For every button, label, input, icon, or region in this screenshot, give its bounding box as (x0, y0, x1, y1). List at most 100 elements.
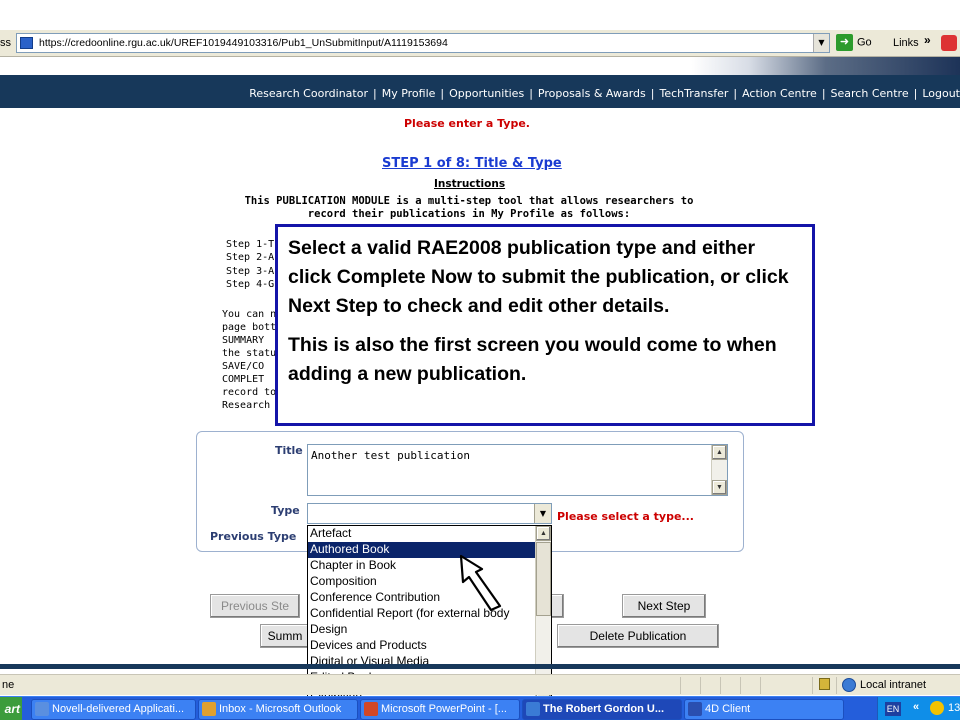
step-line: Step 3-A (226, 265, 275, 277)
globe-icon (842, 678, 856, 692)
status-divider (680, 677, 681, 694)
task-powerpoint[interactable]: Microsoft PowerPoint - [... (360, 699, 520, 720)
annotation-callout: Select a valid RAE2008 publication type … (275, 224, 815, 426)
nav-link-proposals-awards[interactable]: Proposals & Awards (538, 87, 646, 100)
info-paragraph: You can n page bott SUMMARY the status S… (222, 308, 282, 412)
site-banner (0, 57, 960, 75)
para-line: the status (222, 348, 283, 359)
nav-separator: | (821, 87, 826, 100)
type-select[interactable]: ▼ (307, 503, 552, 524)
status-text: ne (2, 679, 15, 691)
go-button[interactable]: ➜ Go (836, 34, 872, 51)
next-step-button[interactable]: Next Step (622, 594, 706, 618)
go-arrow-icon: ➜ (836, 34, 853, 51)
previous-type-label: Previous Type (210, 530, 297, 543)
para-line: COMPLET (222, 374, 265, 385)
summary-button[interactable]: Summ (260, 624, 310, 648)
title-value: Another test publication (311, 449, 470, 462)
delete-publication-button[interactable]: Delete Publication (557, 624, 719, 648)
page-icon (20, 37, 33, 49)
app-icon (526, 702, 540, 716)
task-label: 4D Client (705, 703, 751, 715)
address-label: ss (0, 37, 11, 49)
para-line: record to (222, 387, 277, 398)
language-indicator[interactable]: EN (885, 702, 901, 716)
type-option[interactable]: Design (308, 622, 537, 638)
task-label: Novell-delivered Applicati... (52, 703, 185, 715)
nav-link-action-centre[interactable]: Action Centre (742, 87, 817, 100)
type-option[interactable]: Artefact (308, 526, 537, 542)
status-divider (836, 677, 837, 694)
app-icon (364, 702, 378, 716)
para-line: You can n (222, 309, 277, 320)
top-nav: Research Coordinator | My Profile | Opportun… (0, 75, 960, 108)
type-label: Type (271, 504, 300, 517)
type-option[interactable]: Devices and Products (308, 638, 537, 654)
chevron-down-icon[interactable]: ▼ (534, 504, 551, 523)
status-divider (720, 677, 721, 694)
clock-time: 13 (948, 702, 960, 714)
system-tray: EN « 13 (877, 697, 960, 720)
url-field[interactable]: https://credoonline.rgu.ac.uk/UREF101944… (16, 33, 830, 53)
app-icon (688, 702, 702, 716)
extension-icon[interactable] (941, 35, 957, 51)
instructions-heading: Instructions (434, 178, 506, 190)
title-label: Title (275, 444, 303, 457)
task-novell[interactable]: Novell-delivered Applicati... (31, 699, 196, 720)
app-icon (202, 702, 216, 716)
address-bar: ss https://credoonline.rgu.ac.uk/UREF101… (0, 30, 960, 57)
app-icon (35, 702, 49, 716)
scroll-thumb[interactable] (536, 542, 551, 616)
task-label: Microsoft PowerPoint - [... (381, 703, 507, 715)
nav-separator: | (913, 87, 918, 100)
scroll-down-icon[interactable]: ▼ (712, 480, 727, 495)
nav-separator: | (440, 87, 445, 100)
status-divider (700, 677, 701, 694)
nav-link-my-profile[interactable]: My Profile (382, 87, 436, 100)
start-button[interactable]: art (0, 697, 22, 720)
go-label: Go (857, 36, 872, 49)
status-divider (740, 677, 741, 694)
task-4d-client[interactable]: 4D Client (684, 699, 844, 720)
status-divider (760, 677, 761, 694)
taskbar: art Novell-delivered Applicati... Inbox … (0, 696, 960, 720)
nav-separator: | (529, 87, 533, 100)
para-line: SAVE/CO (222, 361, 265, 372)
callout-text-2: This is also the first screen you would … (288, 334, 777, 385)
nav-separator: | (650, 87, 655, 100)
nav-link-research-coordinator[interactable]: Research Coordinator (249, 87, 368, 100)
title-textarea[interactable]: Another test publication ▲ ▼ (307, 444, 728, 496)
nav-links: Research Coordinator | My Profile | Opportun… (249, 87, 960, 100)
step-line: Step 1-T (226, 239, 275, 250)
steps-list: Step 1-T Step 2-A Step 3-A Step 4-G (226, 238, 274, 291)
scroll-up-icon[interactable]: ▲ (536, 526, 551, 541)
nav-separator: | (372, 87, 377, 100)
security-zone: Local intranet (860, 679, 927, 691)
tray-expand-icon[interactable]: « (913, 701, 919, 713)
step-line: Step 4-G (226, 278, 275, 290)
intro-line-1: This PUBLICATION MODULE is a multi-step … (244, 195, 694, 207)
nav-link-logout[interactable]: Logout (922, 87, 960, 100)
callout-text-1: Select a valid RAE2008 publication type … (288, 237, 789, 317)
step-heading[interactable]: STEP 1 of 8: Title & Type (382, 156, 562, 171)
para-line: page bott (222, 322, 277, 333)
links-overflow-icon[interactable]: » (924, 33, 931, 47)
title-scrollbar[interactable]: ▲ ▼ (711, 445, 727, 495)
links-button[interactable]: Links (893, 37, 919, 49)
intro-text: This PUBLICATION MODULE is a multi-step … (224, 195, 714, 221)
chevron-down-icon[interactable]: ▼ (813, 34, 829, 52)
step-line: Step 2-A (226, 252, 275, 264)
status-divider (812, 677, 813, 694)
annotation-arrow-icon (459, 554, 502, 611)
nav-link-opportunities[interactable]: Opportunities (449, 87, 524, 100)
scroll-up-icon[interactable]: ▲ (712, 445, 727, 460)
task-outlook[interactable]: Inbox - Microsoft Outlook (198, 699, 358, 720)
lock-icon (819, 678, 830, 690)
clock-icon (930, 701, 944, 715)
intro-line-2: record their publications in My Profile … (307, 208, 631, 220)
nav-link-techtransfer[interactable]: TechTransfer (659, 87, 728, 100)
task-robert-gordon[interactable]: The Robert Gordon U... (522, 699, 682, 720)
nav-link-search-centre[interactable]: Search Centre (831, 87, 909, 100)
previous-step-button[interactable]: Previous Ste (210, 594, 300, 618)
type-error-message: Please select a type... (557, 510, 694, 523)
